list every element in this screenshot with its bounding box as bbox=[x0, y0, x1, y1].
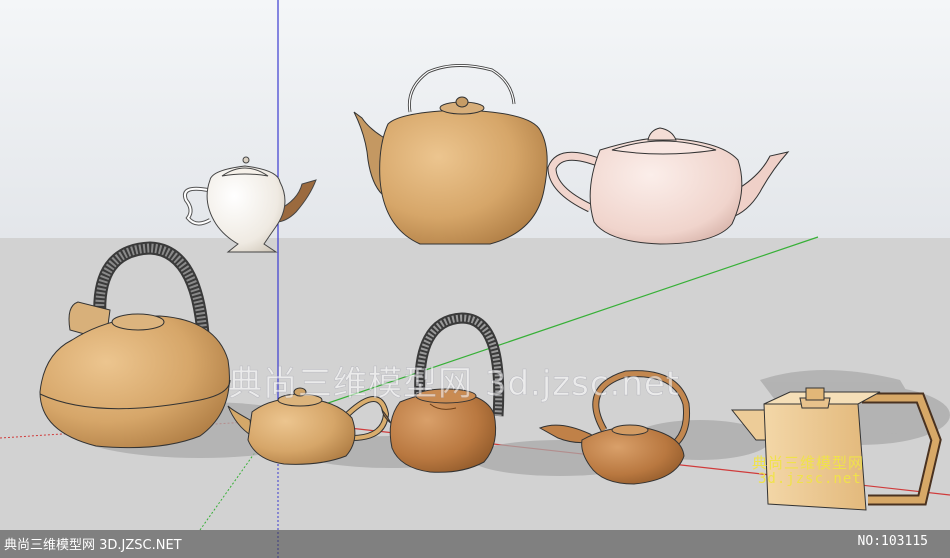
watermark-center: 典尚三维模型网 3d.jzsc.net bbox=[228, 364, 681, 405]
watermark-right-url: 3d.jzsc.net bbox=[758, 471, 862, 487]
sketchup-scene: 典尚三维模型网 3d.jzsc.net 典尚三维模型网 3d.jzsc.net … bbox=[0, 0, 950, 558]
footer-model-number: NO:103115 bbox=[857, 534, 928, 549]
footer-site-name: 典尚三维模型网 3D.JZSC.NET bbox=[4, 538, 182, 553]
watermark-right-title: 典尚三维模型网 bbox=[752, 454, 865, 472]
